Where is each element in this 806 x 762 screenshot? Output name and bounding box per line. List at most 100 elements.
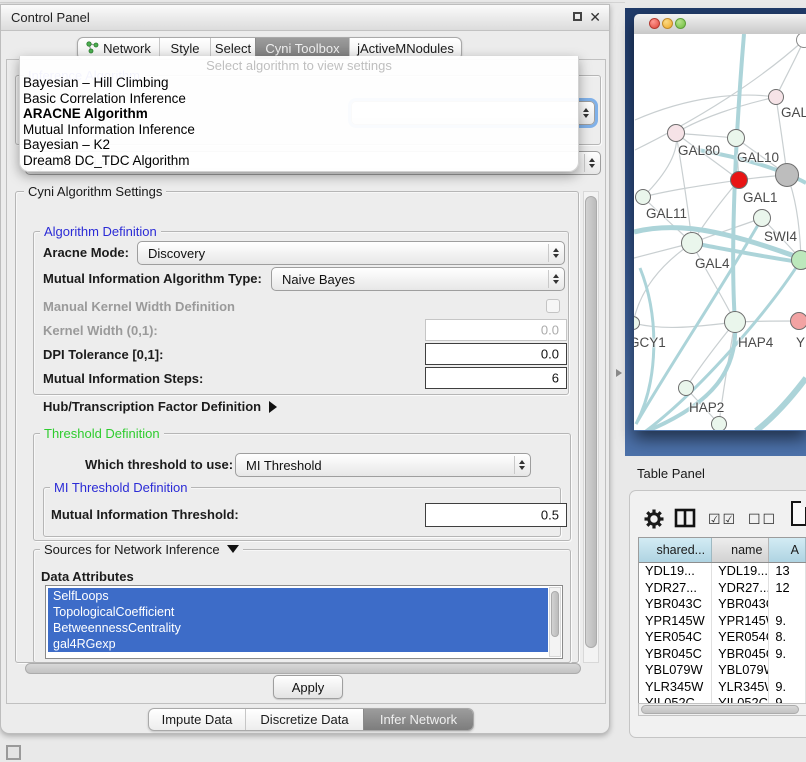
dpi-tolerance-label: DPI Tolerance [0,1]:	[43, 345, 163, 365]
graph-node-gal[interactable]	[768, 89, 784, 105]
cyni-bottom-tabbar: Impute Data Discretize Data Infer Network	[148, 708, 474, 731]
close-button[interactable]	[649, 18, 660, 29]
data-attributes-list[interactable]: SelfLoopsTopologicalCoefficientBetweenne…	[45, 585, 563, 659]
algorithm-option-bayesian-hill-climbing[interactable]: Bayesian – Hill Climbing	[20, 75, 578, 91]
table-row[interactable]: YBL079WYBL079W	[639, 662, 806, 679]
graph-node-hap4[interactable]	[724, 311, 746, 333]
mi-threshold-label: Mutual Information Threshold:	[51, 505, 239, 525]
table-cell: YDR27...	[712, 580, 769, 597]
gear-icon[interactable]	[644, 509, 664, 529]
tab-infer-network[interactable]: Infer Network	[363, 709, 473, 730]
settings-vertical-scrollbar[interactable]	[583, 191, 599, 663]
node-label: GAL4	[695, 256, 730, 271]
mi-threshold-field[interactable]: 0.5	[425, 503, 567, 527]
algorithm-option-aracne-algorithm[interactable]: ARACNE Algorithm	[20, 106, 578, 122]
network-canvas[interactable]: GALGAL80GAL10GAL1GAL11GAL4SWI4GCY1HAP4YH…	[634, 34, 806, 430]
node-attribute-table: shared...nameA YDL19...YDL19...13YDR27..…	[638, 537, 806, 705]
table-cell: 8.	[769, 629, 806, 646]
threshold-definition-title: Threshold Definition	[40, 427, 164, 441]
apply-button-label: Apply	[292, 680, 325, 695]
table-row[interactable]: YLR345WYLR345W9.	[639, 679, 806, 696]
node-label: GCY1	[634, 335, 666, 350]
graph-node-gal11[interactable]	[635, 189, 651, 205]
graph-node[interactable]	[791, 250, 806, 270]
mi-type-select[interactable]: Naive Bayes	[271, 267, 565, 291]
graph-node-gal4[interactable]	[681, 232, 703, 254]
data-attributes-label: Data Attributes	[41, 567, 134, 587]
attribute-betweennesscentrality[interactable]: BetweennessCentrality	[48, 620, 548, 636]
attribute-gal4rgexp[interactable]: gal4RGexp	[48, 636, 548, 652]
manual-kernel-checkbox[interactable]	[546, 299, 560, 313]
scrollbar-thumb[interactable]	[641, 705, 799, 714]
deselect-all-checkboxes-icon[interactable]: ☐☐	[748, 512, 777, 528]
table-row[interactable]: YBR043CYBR043C	[639, 596, 806, 613]
table-horizontal-scrollbar[interactable]	[638, 703, 806, 716]
attribute-topologicalcoefficient[interactable]: TopologicalCoefficient	[48, 604, 548, 620]
table-cell: 9.	[769, 646, 806, 663]
column-header-name[interactable]: name	[712, 538, 769, 562]
select-all-checkboxes-icon[interactable]: ☑☑	[708, 512, 737, 528]
tab-label: Infer Network	[380, 712, 457, 727]
table-cell: YBL079W	[639, 662, 712, 679]
graph-node-gal1[interactable]	[730, 171, 748, 189]
algorithm-option-mutual-information-inference[interactable]: Mutual Information Inference	[20, 122, 578, 138]
minimize-button[interactable]	[662, 18, 673, 29]
zoom-button[interactable]	[675, 18, 686, 29]
tab-impute-data[interactable]: Impute Data	[149, 709, 245, 730]
hub-definition-toggle[interactable]: Hub/Transcription Factor Definition	[43, 397, 277, 417]
scrollbar-thumb[interactable]	[585, 196, 597, 648]
dpi-tolerance-field[interactable]: 0.0	[425, 343, 567, 365]
algorithm-option-bayesian-k2[interactable]: Bayesian – K2	[20, 137, 578, 153]
column-header-a[interactable]: A	[769, 538, 806, 562]
table-cell: YPR145W	[712, 613, 769, 630]
graph-node-swi4[interactable]	[753, 209, 771, 227]
apply-button[interactable]: Apply	[273, 675, 343, 699]
graph-node-gal80[interactable]	[667, 124, 685, 142]
resize-grip[interactable]	[6, 745, 21, 760]
network-icon	[86, 41, 99, 57]
settings-horizontal-scrollbar[interactable]	[25, 663, 581, 674]
table-cell: YBR045C	[712, 646, 769, 663]
stepper-icon	[514, 456, 528, 474]
split-panel-icon[interactable]	[674, 507, 696, 529]
node-label: Y	[796, 335, 805, 350]
table-row[interactable]: YER054CYER054C8.	[639, 629, 806, 646]
mi-steps-field[interactable]: 6	[425, 367, 567, 389]
table-row[interactable]: YDL19...YDL19...13	[639, 563, 806, 580]
top-divider	[0, 2, 625, 3]
attributes-vertical-scrollbar[interactable]	[549, 587, 561, 657]
table-row[interactable]: YPR145WYPR145W9.	[639, 613, 806, 630]
which-threshold-select[interactable]: MI Threshold	[235, 453, 531, 477]
application-root: Control Panel ✕ NetworkStyleSelectCyni T…	[0, 0, 806, 762]
graph-node-hap2[interactable]	[678, 380, 694, 396]
aracne-mode-select[interactable]: Discovery	[137, 241, 565, 265]
control-panel-titlebar: Control Panel ✕	[1, 5, 609, 31]
node-label: GAL80	[678, 143, 720, 158]
table-cell: YPR145W	[639, 613, 712, 630]
close-icon[interactable]: ✕	[589, 9, 601, 26]
function-builder-icon[interactable]	[791, 501, 806, 526]
attribute-selfloops[interactable]: SelfLoops	[48, 588, 548, 604]
table-row[interactable]: YDR27...YDR27...12	[639, 580, 806, 597]
tab-discretize-data[interactable]: Discretize Data	[245, 709, 363, 730]
kernel-width-field[interactable]: 0.0	[425, 319, 567, 341]
scrollbar-thumb[interactable]	[551, 591, 559, 637]
column-header-shared[interactable]: shared...	[639, 538, 712, 562]
node-label: GAL	[781, 105, 806, 120]
mi-type-value: Naive Bayes	[282, 272, 355, 287]
mi-type-label: Mutual Information Algorithm Type:	[43, 269, 262, 289]
stepper-icon	[548, 244, 562, 262]
table-row[interactable]: YBR045CYBR045C9.	[639, 646, 806, 663]
graph-node-gal10[interactable]	[727, 129, 745, 147]
panel-divider-arrow[interactable]	[616, 369, 622, 377]
table-cell: YER054C	[712, 629, 769, 646]
tab-label: Discretize Data	[260, 712, 348, 727]
graph-node[interactable]	[711, 416, 727, 430]
float-window-icon[interactable]	[573, 12, 582, 21]
algorithm-option-dream8-dc-tdc-algorithm[interactable]: Dream8 DC_TDC Algorithm	[20, 153, 578, 169]
aracne-mode-label: Aracne Mode:	[43, 243, 129, 263]
algorithm-option-basic-correlation-inference[interactable]: Basic Correlation Inference	[20, 91, 578, 107]
graph-node[interactable]	[775, 163, 799, 187]
graph-node-y[interactable]	[790, 312, 806, 330]
sources-title-toggle[interactable]: Sources for Network Inference	[40, 543, 243, 557]
